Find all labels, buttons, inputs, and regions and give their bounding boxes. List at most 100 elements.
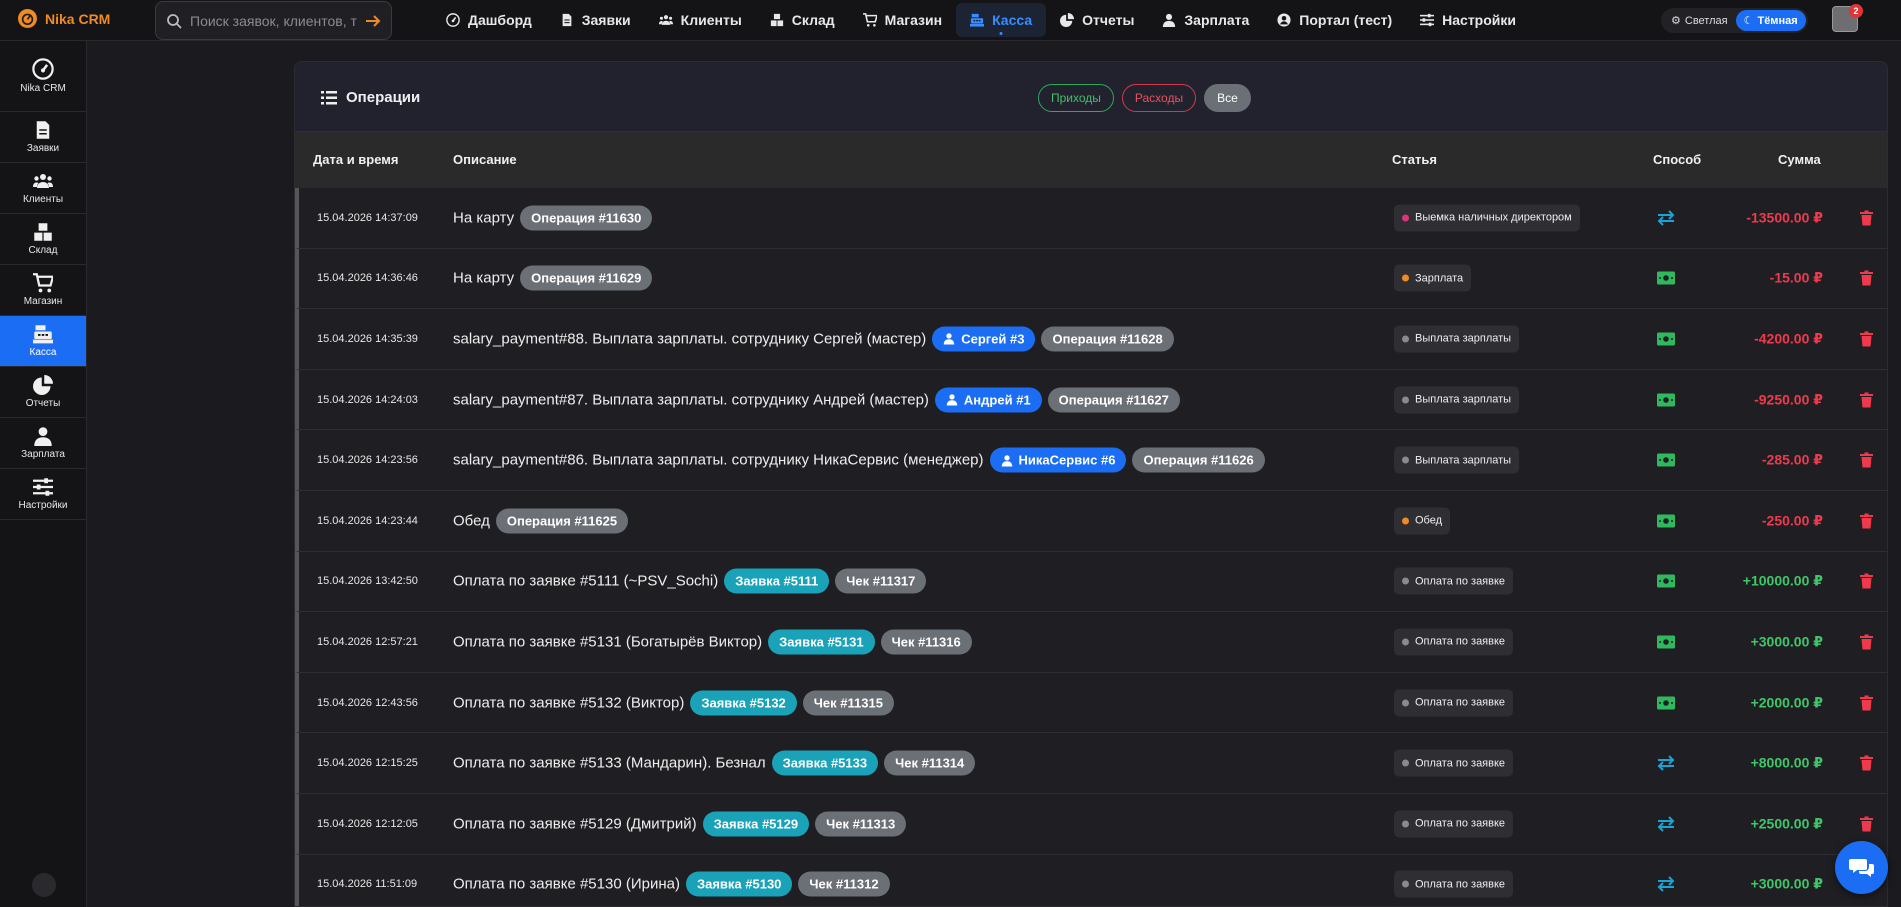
nav-item-6[interactable]: Отчеты <box>1046 3 1148 37</box>
trash-icon[interactable] <box>1860 816 1873 832</box>
row-date: 15.04.2026 14:37:09 <box>317 211 418 224</box>
sidebar-item-label: Клиенты <box>22 194 64 205</box>
arrow-right-icon[interactable] <box>365 14 381 28</box>
operation-tag[interactable]: Чек #11315 <box>802 690 894 716</box>
order-tag[interactable]: Заявка #5132 <box>690 690 797 716</box>
row-description-text: Оплата по заявке #5111 (~PSV_Sochi) <box>453 572 719 590</box>
nav-item-8[interactable]: Портал (тест) <box>1263 3 1406 37</box>
operation-tag[interactable]: Операция #11626 <box>1132 447 1265 473</box>
sidebar-item-1[interactable]: Заявки <box>0 112 86 163</box>
sidebar-item-6[interactable]: Отчеты <box>0 367 86 418</box>
sidebar-item-0[interactable]: Nika CRM <box>0 41 86 112</box>
trash-icon[interactable] <box>1860 331 1873 347</box>
row-amount: -285.00 ₽ <box>1761 451 1823 468</box>
brand[interactable]: Nika CRM <box>18 9 110 28</box>
table-row[interactable]: 15.04.2026 12:43:56 Оплата по заявке #513… <box>295 672 1887 734</box>
operation-tag[interactable]: Операция #11628 <box>1041 326 1174 352</box>
filter-income-button[interactable]: Приходы <box>1038 84 1114 112</box>
row-description-text: Оплата по заявке #5133 (Мандарин). Безна… <box>453 754 766 772</box>
nav-item-5[interactable]: Касса <box>956 3 1047 37</box>
operation-tag[interactable]: Чек #11312 <box>798 871 890 897</box>
header-description[interactable]: Описание <box>453 152 517 167</box>
category-dot <box>1402 759 1409 767</box>
sidebar-item-3[interactable]: Склад <box>0 214 86 265</box>
operation-tag[interactable]: Чек #11316 <box>880 629 972 655</box>
trash-icon[interactable] <box>1860 755 1873 771</box>
order-tag[interactable]: Заявка #5129 <box>702 811 810 837</box>
nav-item-9[interactable]: Настройки <box>1406 3 1530 37</box>
table-row[interactable]: 15.04.2026 12:57:21 Оплата по заявке #513… <box>295 612 1887 673</box>
table-row[interactable]: 15.04.2026 13:42:50 Оплата по заявке #511… <box>295 551 1887 613</box>
category-badge: Оплата по заявке <box>1394 689 1514 717</box>
row-description: Оплата по заявке #5131 (Богатырёв Виктор… <box>453 629 972 655</box>
sliders-icon <box>1420 13 1435 27</box>
filter-all-button[interactable]: Все <box>1204 84 1251 112</box>
nav-item-2[interactable]: Клиенты <box>645 3 756 37</box>
table-row[interactable]: 15.04.2026 11:51:09 Оплата по заявке #513… <box>295 854 1887 906</box>
trash-icon[interactable] <box>1860 634 1873 650</box>
employee-tag[interactable]: Андрей #1 <box>934 387 1042 413</box>
table-row[interactable]: 15.04.2026 14:23:44 Обед Операция #11625 Об… <box>295 490 1887 552</box>
row-description: На карту Операция #11630 <box>453 205 653 231</box>
theme-light-button[interactable]: ⚙ Светлая <box>1663 10 1736 31</box>
nav-item-1[interactable]: Заявки <box>546 3 645 37</box>
sidebar-item-5[interactable]: Касса <box>0 316 86 367</box>
operation-tag[interactable]: Операция #11630 <box>520 205 653 231</box>
table-row[interactable]: 15.04.2026 14:23:56 salary_payment#86. Вы… <box>295 430 1887 491</box>
employee-tag[interactable]: Сергей #3 <box>932 326 1036 352</box>
order-tag[interactable]: Заявка #5131 <box>768 629 875 655</box>
user-avatar[interactable]: 2 <box>1832 4 1863 32</box>
chat-button[interactable] <box>1835 841 1888 894</box>
trash-icon[interactable] <box>1860 452 1873 468</box>
table-row[interactable]: 15.04.2026 14:36:46 На карту Операция #116… <box>295 248 1887 310</box>
table-row[interactable]: 15.04.2026 12:15:25 Оплата по заявке #513… <box>295 733 1887 794</box>
header-date[interactable]: Дата и время <box>313 152 399 167</box>
search-input[interactable] <box>190 12 357 29</box>
sidebar-item-4[interactable]: Магазин <box>0 265 86 316</box>
order-tag[interactable]: Заявка #5130 <box>685 871 793 897</box>
operation-tag[interactable]: Операция #11627 <box>1047 387 1180 413</box>
order-tag[interactable]: Заявка #5133 <box>771 750 879 776</box>
category-badge: Оплата по заявке <box>1394 749 1514 777</box>
row-description-text: На карту <box>453 269 515 287</box>
table-row[interactable]: 15.04.2026 14:35:39 salary_payment#88. Вы… <box>295 309 1887 370</box>
nav-item-0[interactable]: Дашборд <box>432 3 546 37</box>
operation-tag[interactable]: Операция #11625 <box>495 508 629 534</box>
sidebar-item-8[interactable]: Настройки <box>0 469 86 520</box>
moon-icon: ☾ <box>1743 15 1754 27</box>
trash-icon[interactable] <box>1860 210 1873 226</box>
filter-expense-button[interactable]: Расходы <box>1121 84 1197 112</box>
user-circle-icon <box>1277 13 1291 27</box>
sidebar-item-7[interactable]: Зарплата <box>0 418 86 469</box>
operation-tag[interactable]: Операция #11629 <box>520 265 653 291</box>
trash-icon[interactable] <box>1860 573 1873 589</box>
transfer-icon <box>1657 210 1675 226</box>
boxes-icon <box>770 13 784 27</box>
row-description-text: Обед <box>453 512 490 530</box>
row-category: Выплата зарплаты <box>1394 446 1520 474</box>
table-row[interactable]: 15.04.2026 14:37:09 На карту Операция #116… <box>295 188 1887 249</box>
nav-item-4[interactable]: Магазин <box>849 3 956 37</box>
trash-icon[interactable] <box>1860 695 1873 711</box>
nav-item-label: Дашборд <box>468 12 532 28</box>
user-circle-icon[interactable] <box>32 873 56 897</box>
header-amount[interactable]: Сумма <box>1778 152 1821 167</box>
sidebar-item-2[interactable]: Клиенты <box>0 163 86 214</box>
order-tag[interactable]: Заявка #5111 <box>724 568 830 594</box>
transfer-icon <box>1657 755 1675 771</box>
trash-icon[interactable] <box>1860 513 1873 529</box>
trash-icon[interactable] <box>1860 270 1873 286</box>
operation-tag[interactable]: Чек #11313 <box>815 811 907 837</box>
table-row[interactable]: 15.04.2026 14:24:03 salary_payment#87. Вы… <box>295 369 1887 431</box>
table-row[interactable]: 15.04.2026 12:12:05 Оплата по заявке #512… <box>295 793 1887 855</box>
operation-tag[interactable]: Чек #11314 <box>884 750 976 776</box>
nav-item-3[interactable]: Склад <box>756 3 849 37</box>
header-category[interactable]: Статья <box>1392 152 1437 167</box>
employee-tag[interactable]: НикаСервис #6 <box>989 447 1127 473</box>
theme-dark-button[interactable]: ☾ Тёмная <box>1735 10 1806 31</box>
header-method[interactable]: Способ <box>1653 152 1701 167</box>
nav-item-7[interactable]: Зарплата <box>1148 3 1263 37</box>
operation-tag[interactable]: Чек #11317 <box>835 568 927 594</box>
trash-icon[interactable] <box>1860 392 1873 408</box>
file-icon <box>560 13 574 27</box>
